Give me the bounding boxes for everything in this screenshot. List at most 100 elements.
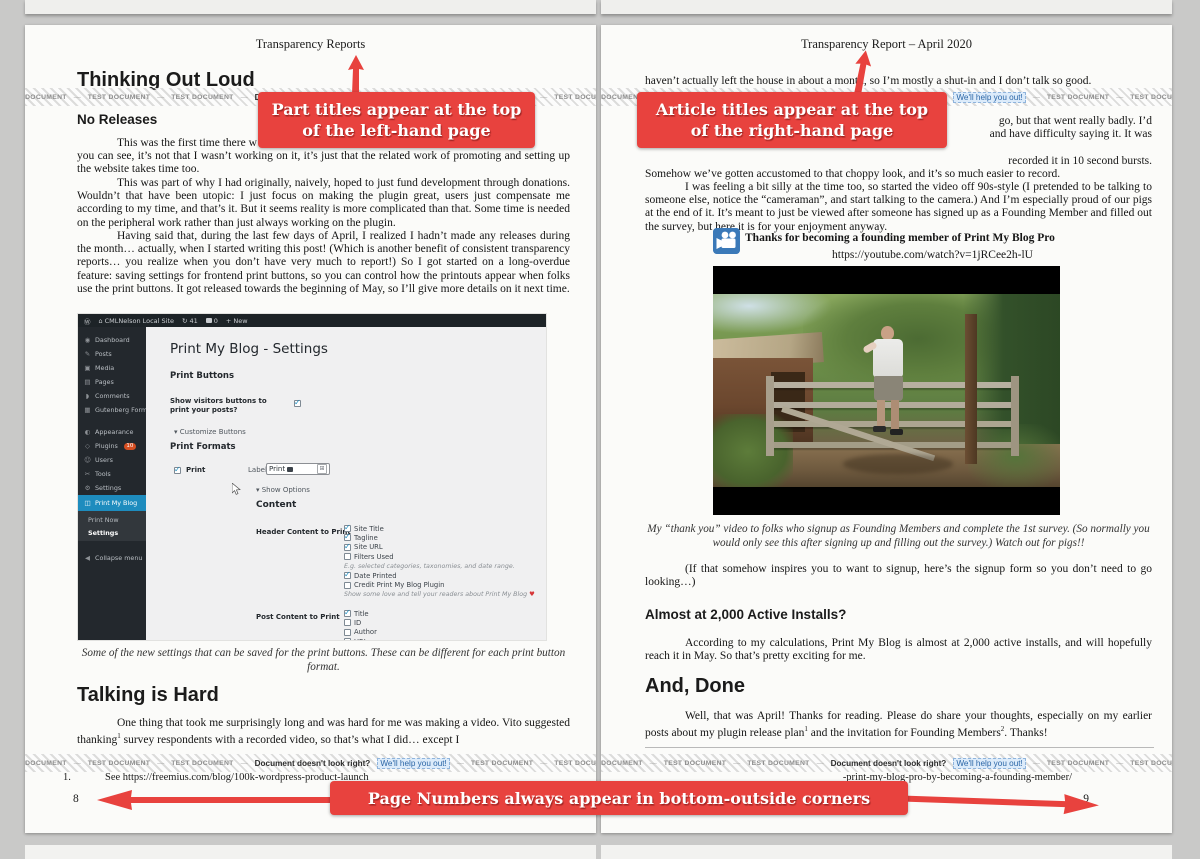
sidebar-item-tools[interactable]: ✂Tools [78,467,146,481]
customize-buttons-toggle[interactable]: ▾ Customize Buttons [174,428,246,436]
wp-site-menu[interactable]: ⌂CMLNelson Local Site [99,317,175,325]
gate-stile [1011,376,1019,456]
sidebar-item-dashboard[interactable]: ◉Dashboard [78,333,146,347]
man-shoe [873,426,886,432]
submenu-settings[interactable]: Settings [78,526,146,539]
option-id[interactable]: ID [344,618,405,627]
mouse-cursor-icon [232,483,241,495]
watermark-help-link[interactable]: We'll help you out! [953,758,1026,769]
sidebar-item-settings[interactable]: ⚙Settings [78,481,146,495]
watermark-help-prompt: Document doesn't look right? [255,759,371,768]
man-shirt [873,339,903,377]
paragraph: This was part of why I had originally, n… [77,177,570,230]
paragraph: you can see, it’s not that I wasn’t work… [77,150,570,176]
emoji-picker-icon[interactable]: ⊞ [317,464,327,474]
option-title[interactable]: Title [344,609,405,618]
sidebar-item-comments[interactable]: ◗Comments [78,389,146,403]
man-leg [891,400,899,430]
collapse-menu-button[interactable]: ◀Collapse menu [78,551,146,565]
man-shorts [874,376,903,401]
previous-left-page-edge [25,0,596,14]
print-my-blog-submenu: Print Now Settings [78,511,146,541]
watermark-help-link[interactable]: We'll help you out! [377,758,450,769]
wordpress-settings-screenshot: Ⓦ ⌂CMLNelson Local Site ↻41 0 + New ◉Das… [77,313,547,641]
paragraph: Somehow we’ve gotten accustomed to that … [645,168,1152,181]
paragraph: haven’t actually left the house in about… [645,75,1152,88]
post-content-label: Post Content to Print [256,613,340,621]
show-options-toggle[interactable]: ▾ Show Options [256,486,310,494]
option-author[interactable]: Author [344,628,405,637]
option-site-title[interactable]: Site Title [344,524,535,533]
tools-icon: ✂ [84,470,91,478]
print-buttons-heading: Print Buttons [170,371,234,381]
wp-admin-bar: Ⓦ ⌂CMLNelson Local Site ↻41 0 + New [78,314,546,327]
sidebar-item-media[interactable]: ▣Media [78,361,146,375]
wp-settings-main: Print My Blog - Settings Print Buttons S… [146,327,546,640]
option-tagline[interactable]: Tagline [344,533,535,542]
arrow-to-left-page-number [95,788,335,812]
paragraph: According to my calculations, Print My B… [645,637,1152,663]
wordpress-logo-icon[interactable]: Ⓦ [84,316,91,326]
option-credit-plugin[interactable]: Credit Print My Blog Plugin [344,580,535,589]
option-date-printed[interactable]: Date Printed [344,571,535,580]
settings-icon: ⚙ [84,484,91,492]
section-title-no-releases: No Releases [77,112,157,127]
home-icon: ⌂ [99,317,103,325]
footnote-text: See https://freemius.com/blog/100k-wordp… [105,772,369,783]
sidebar-item-pages[interactable]: ▤Pages [78,375,146,389]
sidebar-item-gutenberg-forms[interactable]: ▦Gutenberg Forms [78,403,146,417]
watermark-help-link[interactable]: We'll help you out! [953,92,1026,103]
sidebar-item-plugins[interactable]: ◇Plugins10 [78,439,146,453]
print-my-blog-icon: ◫ [84,499,91,507]
video-thumbnail[interactable] [713,266,1060,515]
video-camera-icon [713,228,740,254]
callout-page-numbers: Page Numbers always appear in bottom-out… [330,781,908,815]
left-page-number: 8 [73,793,79,805]
sidebar-item-posts[interactable]: ✎Posts [78,347,146,361]
ground-shadow [843,454,953,474]
dashboard-icon: ◉ [84,336,91,344]
video-photo [713,294,1060,487]
credit-hint: Show some love and tell your readers abo… [344,590,535,600]
comments-icon: ◗ [84,392,91,400]
post-content-options: Title ID Author URL Published Date [344,609,405,641]
paragraph: Well, that was April! Thanks for reading… [645,710,1152,740]
plugins-update-badge: 10 [124,443,136,450]
posts-icon: ✎ [84,350,91,358]
filters-hint: E.g. selected categories, taxonomies, an… [344,561,535,571]
print-formats-heading: Print Formats [170,442,236,452]
section-title-talking-is-hard: Talking is Hard [77,684,219,707]
submenu-print-now[interactable]: Print Now [78,513,146,526]
print-format-checkbox[interactable] [174,467,181,474]
video-url[interactable]: https://youtube.com/watch?v=1jRCee2h-lU [713,249,1152,261]
button-label-input[interactable]: Print ⊞ [266,463,330,475]
section-title-and-done: And, Done [645,675,745,698]
man-leg [877,400,885,427]
footnote-number: 1. [63,772,71,783]
sidebar-item-appearance[interactable]: ◐Appearance [78,425,146,439]
show-visitors-label: Show visitors buttons to print your post… [170,397,278,415]
content-heading: Content [256,500,296,510]
paragraph-fragment: and have difficulty saying it. It was [990,128,1152,141]
updates-icon: ↻ [182,317,187,325]
sidebar-item-users[interactable]: ☺Users [78,453,146,467]
printer-icon [287,467,293,472]
print-format-label: Print [186,466,205,474]
sidebar-item-print-my-blog[interactable]: ◫Print My Blog [78,495,146,511]
wp-new-menu[interactable]: + New [226,317,248,325]
option-url[interactable]: URL [344,637,405,641]
wp-updates-count[interactable]: ↻41 [182,317,198,325]
next-right-page-edge [601,845,1172,859]
users-icon: ☺ [84,456,91,464]
watermark-band-bottom-left: TEST DOCUMENT— TEST DOCUMENT— TEST DOCUM… [25,754,596,772]
previous-right-page-edge [601,0,1172,14]
option-filters-used[interactable]: Filters Used [344,552,535,561]
watermark-help-prompt: Document doesn't look right? [831,759,947,768]
video-title: Thanks for becoming a founding member of… [745,232,1152,244]
option-site-url[interactable]: Site URL [344,543,535,552]
wp-comments-count[interactable]: 0 [206,317,218,325]
man-head [881,326,894,340]
fence-post [965,314,977,464]
header-content-options: Site Title Tagline Site URL Filters Used… [344,524,535,600]
show-visitors-checkbox[interactable] [294,400,301,407]
